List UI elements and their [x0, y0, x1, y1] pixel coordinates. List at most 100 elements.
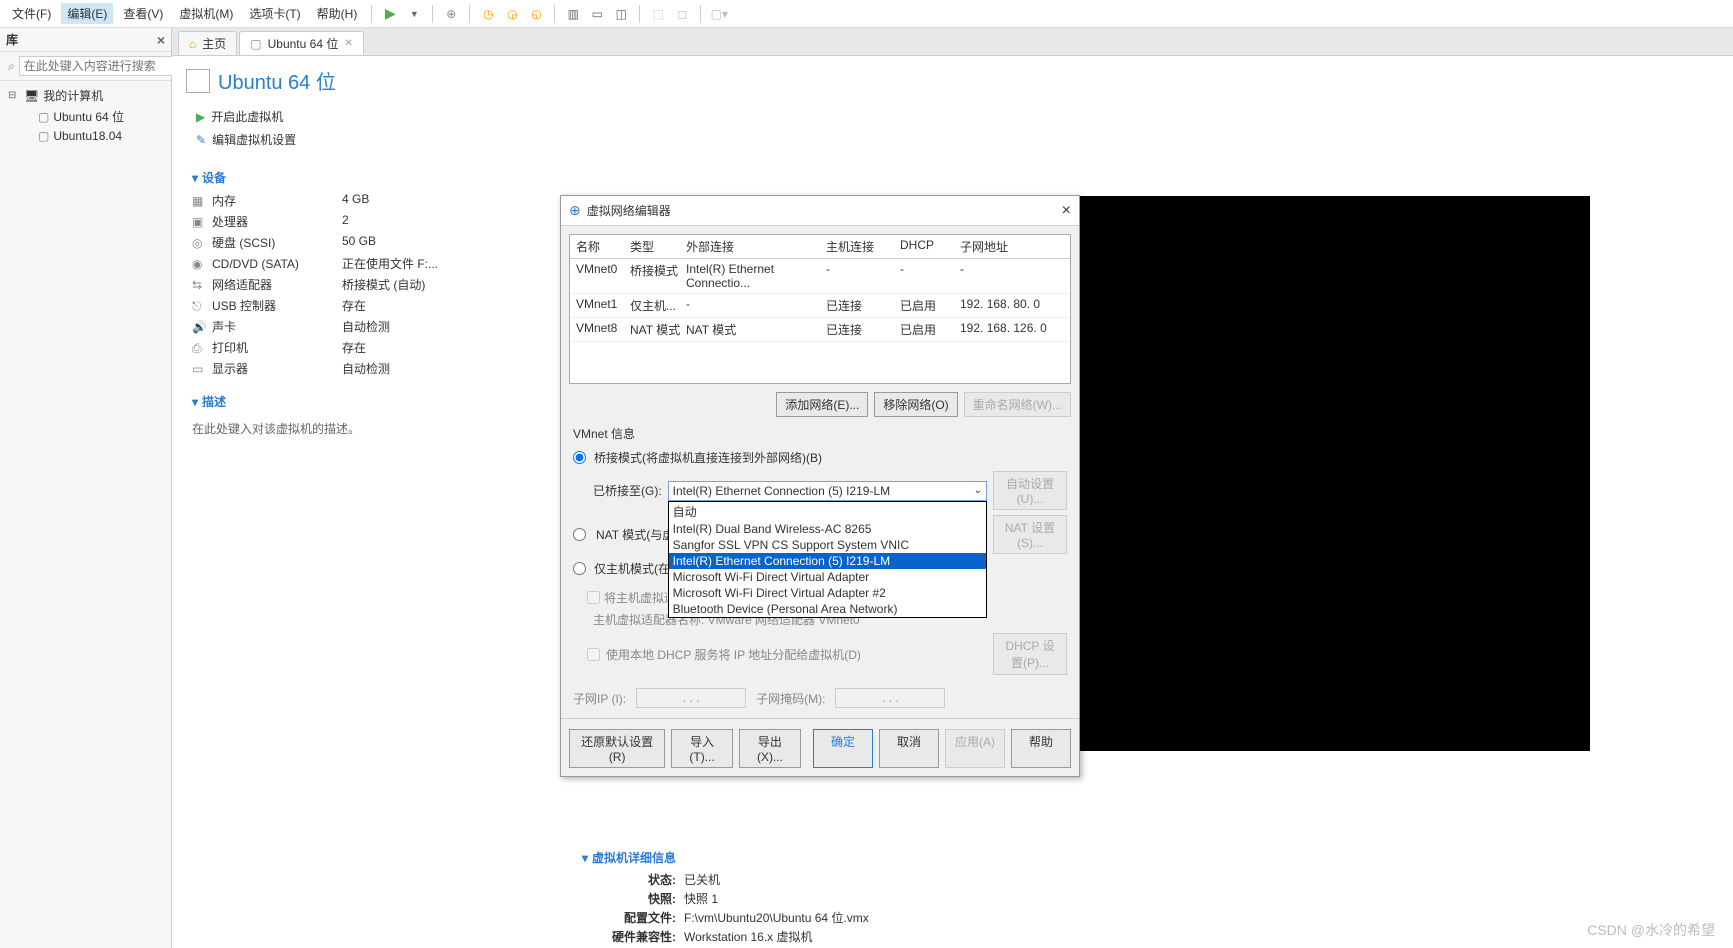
close-icon[interactable]: ×: [157, 32, 165, 48]
dd-item-selected[interactable]: Intel(R) Ethernet Connection (5) I219-LM: [669, 553, 986, 569]
help-button[interactable]: 帮助: [1011, 729, 1071, 768]
menubar: 文件(F) 编辑(E) 查看(V) 虚拟机(M) 选项卡(T) 帮助(H) ▶ …: [0, 0, 1733, 28]
dev-cpu[interactable]: ▣处理器: [192, 213, 332, 230]
col-type: 类型: [630, 238, 686, 255]
dev-sound[interactable]: 🔊声卡: [192, 318, 332, 335]
dropdown-icon[interactable]: ▼: [404, 4, 424, 24]
send-ctrl-alt-del-icon[interactable]: ⊕: [441, 4, 461, 24]
tab-home[interactable]: ⌂ 主页: [178, 31, 237, 55]
dhcp-set-button[interactable]: DHCP 设置(P)...: [993, 633, 1067, 675]
stretch-icon[interactable]: ⬚: [648, 4, 668, 24]
menu-edit[interactable]: 编辑(E): [61, 3, 113, 24]
radio-nat[interactable]: [573, 528, 586, 541]
devices-header[interactable]: ▾设备: [192, 169, 1713, 192]
start-vm-button[interactable]: ▶ 开启此虚拟机: [192, 105, 1713, 128]
cancel-button[interactable]: 取消: [879, 729, 939, 768]
rename-network-button[interactable]: 重命名网络(W)...: [964, 392, 1071, 417]
dd-item[interactable]: Bluetooth Device (Personal Area Network): [669, 601, 986, 617]
chk-label: 使用本地 DHCP 服务将 IP 地址分配给虚拟机(D): [606, 646, 987, 663]
search-icon: ⌕: [4, 59, 19, 74]
adapter-dropdown: 自动 Intel(R) Dual Band Wireless-AC 8265 S…: [668, 501, 987, 618]
edit-settings-button[interactable]: ✎ 编辑虚拟机设置: [192, 128, 1713, 151]
menu-tabs[interactable]: 选项卡(T): [243, 3, 306, 24]
menu-vm[interactable]: 虚拟机(M): [173, 3, 239, 24]
net-row-vmnet1[interactable]: VMnet1仅主机...-已连接已启用192. 168. 80. 0: [570, 294, 1070, 318]
radio-hostonly[interactable]: [573, 562, 586, 575]
restore-defaults-button[interactable]: 还原默认设置(R): [569, 729, 665, 768]
watermark: CSDN @水冷的希望: [1587, 920, 1715, 940]
snapshot-revert-icon[interactable]: ◶: [502, 4, 522, 24]
col-name: 名称: [576, 238, 630, 255]
menu-view[interactable]: 查看(V): [117, 3, 169, 24]
sidebar-title: 库: [6, 31, 18, 48]
menu-help[interactable]: 帮助(H): [311, 3, 364, 24]
sidebar: 库 × ⌕ ▾ ⊟ 🖥 我的计算机 ▢ Ubuntu 64 位 ▢ Ubuntu…: [0, 28, 172, 948]
tab-ubuntu64[interactable]: ▢ Ubuntu 64 位 ✕: [239, 31, 363, 55]
tree-root[interactable]: ⊟ 🖥 我的计算机: [4, 85, 167, 106]
snapshot-manager-icon[interactable]: ◵: [526, 4, 546, 24]
add-network-button[interactable]: 添加网络(E)...: [776, 392, 868, 417]
unity-icon[interactable]: ◫: [611, 4, 631, 24]
close-icon[interactable]: ✕: [344, 38, 352, 49]
chevron-down-icon: ▾: [192, 171, 198, 185]
fit-icon[interactable]: ◻: [672, 4, 692, 24]
snapshot-icon[interactable]: ◷: [478, 4, 498, 24]
network-list[interactable]: 名称 类型 外部连接 主机连接 DHCP 子网地址 VMnet0桥接模式Inte…: [569, 234, 1071, 384]
fullscreen-icon[interactable]: ▭: [587, 4, 607, 24]
col-subnet: 子网地址: [960, 238, 1064, 255]
dev-disk[interactable]: ◎硬盘 (SCSI): [192, 234, 332, 251]
detail-value: 已关机: [684, 871, 869, 888]
view-dropdown-icon[interactable]: ▢▾: [709, 4, 729, 24]
bridge-adapter-combo[interactable]: Intel(R) Ethernet Connection (5) I219-LM…: [668, 481, 987, 501]
dd-item[interactable]: 自动: [669, 502, 986, 521]
net-row-vmnet8[interactable]: VMnet8NAT 模式NAT 模式已连接已启用192. 168. 126. 0: [570, 318, 1070, 342]
net-row-vmnet0[interactable]: VMnet0桥接模式Intel(R) Ethernet Connectio...…: [570, 259, 1070, 294]
export-button[interactable]: 导出(X)...: [739, 729, 801, 768]
tree-root-label: 我的计算机: [43, 87, 103, 104]
search-input[interactable]: [19, 56, 184, 76]
tree-item-label: Ubuntu18.04: [53, 129, 122, 143]
subnet-ip-label: 子网IP (I):: [573, 690, 626, 707]
dev-usb[interactable]: ⎋USB 控制器: [192, 297, 332, 314]
dev-display[interactable]: ▭显示器: [192, 360, 332, 377]
apply-button[interactable]: 应用(A): [945, 729, 1005, 768]
close-icon[interactable]: ×: [1062, 202, 1071, 220]
vm-icon: ▢: [38, 110, 49, 124]
tree-item-ubuntu64[interactable]: ▢ Ubuntu 64 位: [4, 106, 167, 127]
dev-cd[interactable]: ◉CD/DVD (SATA): [192, 255, 332, 272]
vm-tree: ⊟ 🖥 我的计算机 ▢ Ubuntu 64 位 ▢ Ubuntu18.04: [0, 81, 171, 149]
radio-bridge[interactable]: [573, 451, 586, 464]
separator: [432, 5, 433, 23]
tree-item-ubuntu18[interactable]: ▢ Ubuntu18.04: [4, 127, 167, 145]
dev-memory[interactable]: ▦内存: [192, 192, 332, 209]
play-icon[interactable]: ▶: [380, 4, 400, 24]
dev-net[interactable]: ⇆网络适配器: [192, 276, 332, 293]
dd-item[interactable]: Sangfor SSL VPN CS Support System VNIC: [669, 537, 986, 553]
separator: [639, 5, 640, 23]
collapse-icon[interactable]: ⊟: [8, 90, 20, 101]
auto-set-button[interactable]: 自动设置(U)...: [993, 471, 1067, 510]
vm-icon: [186, 69, 210, 93]
import-button[interactable]: 导入(T)...: [671, 729, 733, 768]
details-header[interactable]: ▾虚拟机详细信息: [582, 849, 869, 870]
sound-icon: 🔊: [192, 320, 206, 334]
layout-icon[interactable]: ▥: [563, 4, 583, 24]
display-icon: ▭: [192, 362, 206, 376]
dd-item[interactable]: Microsoft Wi-Fi Direct Virtual Adapter: [669, 569, 986, 585]
ok-button[interactable]: 确定: [813, 729, 873, 768]
chk-dhcp: [587, 648, 600, 661]
col-host: 主机连接: [826, 238, 900, 255]
dev-printer[interactable]: ⎙打印机: [192, 339, 332, 356]
separator: [554, 5, 555, 23]
dd-item[interactable]: Intel(R) Dual Band Wireless-AC 8265: [669, 521, 986, 537]
virtual-network-editor-dialog: ⊕ 虚拟网络编辑器 × 名称 类型 外部连接 主机连接 DHCP 子网地址 VM…: [560, 195, 1080, 777]
separator: [469, 5, 470, 23]
menu-file[interactable]: 文件(F): [6, 3, 57, 24]
remove-network-button[interactable]: 移除网络(O): [874, 392, 957, 417]
dd-item[interactable]: Microsoft Wi-Fi Direct Virtual Adapter #…: [669, 585, 986, 601]
nat-set-button[interactable]: NAT 设置(S)...: [993, 515, 1067, 554]
usb-icon: ⎋: [192, 299, 206, 313]
subnet-mask-label: 子网掩码(M):: [756, 690, 825, 707]
tab-label: 主页: [202, 35, 226, 52]
chk-host-adapter: [587, 591, 600, 604]
